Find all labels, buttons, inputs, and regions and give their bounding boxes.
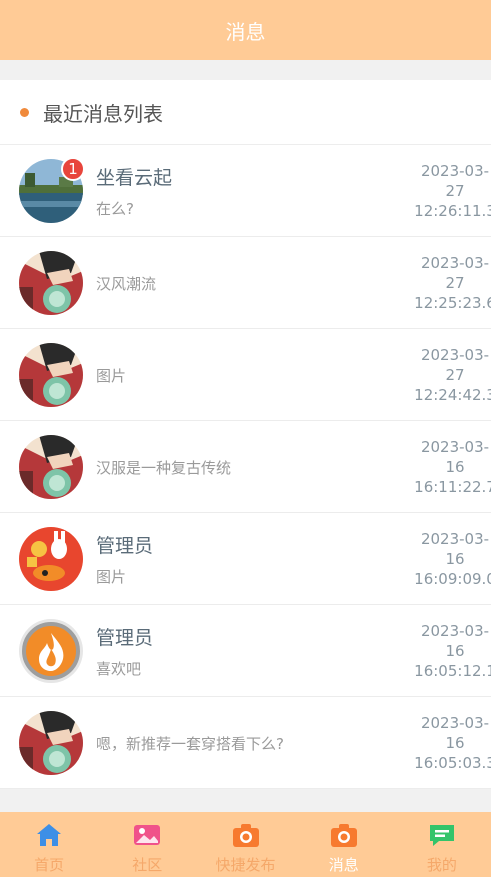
bottom-tab-bar: 首页 社区 快捷发布 消息 我的 — [0, 812, 491, 877]
message-timestamp: 2023-03- 27 12:24:42.3 — [410, 329, 491, 421]
hanfu-avatar-image — [19, 711, 83, 775]
avatar[interactable] — [19, 251, 83, 315]
timestamp-day: 27 — [445, 182, 465, 200]
tab-label: 消息 — [328, 856, 359, 874]
message-timestamp: 2023-03- 16 16:05:12.1 — [410, 605, 491, 697]
message-timestamp: 2023-03- 16 16:05:03.3 — [410, 697, 491, 789]
timestamp-date: 2023-03- — [420, 254, 490, 272]
avatar[interactable] — [19, 711, 83, 775]
timestamp-clock: 16:11:22.7 — [414, 478, 491, 496]
message-texts: 管理员 图片 — [96, 513, 396, 605]
message-texts: 管理员 喜欢吧 — [96, 605, 396, 697]
message-texts: 图片 — [96, 329, 396, 421]
home-icon — [34, 820, 64, 850]
tab-1[interactable]: 社区 — [98, 812, 196, 877]
tab-label: 社区 — [132, 856, 163, 874]
message-preview: 在么? — [96, 200, 134, 218]
sender-name: 管理员 — [96, 627, 154, 649]
tab-3[interactable]: 消息 — [295, 812, 393, 877]
timestamp-clock: 12:25:23.6 — [414, 294, 491, 312]
message-row[interactable]: 1 坐看云起在么? 2023-03- 27 12:26:11.3 — [0, 145, 491, 237]
message-row[interactable]: 嗯，新推荐一套穿搭看下么? 2023-03- 16 16:05:03.3 — [0, 697, 491, 789]
timestamp-date: 2023-03- — [420, 622, 490, 640]
camera-icon — [329, 820, 359, 850]
timestamp-clock: 16:05:03.3 — [414, 754, 491, 772]
tab-label: 我的 — [426, 856, 457, 874]
picture-icon — [132, 820, 162, 850]
message-preview: 汉服是一种复古传统 — [96, 458, 232, 477]
message-timestamp: 2023-03- 16 16:09:09.0 — [410, 513, 491, 605]
timestamp-date: 2023-03- — [420, 162, 490, 180]
timestamp-date: 2023-03- — [420, 714, 490, 732]
tab-2[interactable]: 快捷发布 — [196, 812, 294, 877]
message-timestamp: 2023-03- 16 16:11:22.7 — [410, 421, 491, 513]
message-texts: 嗯，新推荐一套穿搭看下么? — [96, 697, 396, 789]
hanfu-avatar-image — [19, 435, 83, 499]
chat-icon — [427, 820, 457, 850]
timestamp-day: 27 — [445, 274, 465, 292]
timestamp-day: 16 — [445, 734, 465, 752]
avatar[interactable] — [19, 527, 83, 591]
timestamp-clock: 16:05:12.1 — [414, 662, 491, 680]
avatar[interactable] — [19, 435, 83, 499]
camera-icon — [231, 820, 261, 850]
timestamp-clock: 12:26:11.3 — [414, 202, 491, 220]
avatar[interactable] — [19, 619, 83, 683]
timestamp-date: 2023-03- — [420, 346, 490, 364]
message-row[interactable]: 图片 2023-03- 27 12:24:42.3 — [0, 329, 491, 421]
section-title: 最近消息列表 — [43, 101, 163, 126]
tab-4[interactable]: 我的 — [393, 812, 491, 877]
message-preview: 喜欢吧 — [96, 660, 142, 678]
timestamp-day: 16 — [445, 550, 465, 568]
message-preview: 图片 — [96, 366, 127, 385]
message-texts: 汉服是一种复古传统 — [96, 421, 396, 513]
unread-badge: 1 — [61, 157, 85, 181]
message-row[interactable]: 汉风潮流 2023-03- 27 12:25:23.6 — [0, 237, 491, 329]
message-row[interactable]: 管理员喜欢吧 2023-03- 16 16:05:12.1 — [0, 605, 491, 697]
timestamp-clock: 12:24:42.3 — [414, 386, 491, 404]
avatar[interactable] — [19, 343, 83, 407]
tab-label: 首页 — [34, 856, 65, 874]
hanfu-avatar-image — [19, 251, 83, 315]
message-list: 1 坐看云起在么? 2023-03- 27 12:26:11.3 汉风潮流 2023-03-… — [0, 145, 491, 789]
section-header: 最近消息列表 — [0, 80, 491, 145]
message-row[interactable]: 管理员图片 2023-03- 16 16:09:09.0 — [0, 513, 491, 605]
bullet-dot — [20, 107, 29, 117]
timestamp-day: 16 — [445, 642, 465, 660]
timestamp-date: 2023-03- — [420, 530, 490, 548]
flame-avatar-image — [19, 619, 83, 683]
avatar[interactable]: 1 — [19, 157, 85, 223]
message-preview: 嗯，新推荐一套穿搭看下么? — [96, 734, 284, 753]
timestamp-clock: 16:09:09.0 — [414, 570, 491, 588]
hanfu-avatar-image — [19, 343, 83, 407]
sender-name: 管理员 — [96, 535, 154, 557]
timestamp-day: 27 — [445, 366, 465, 384]
message-texts: 汉风潮流 — [96, 237, 396, 329]
message-preview: 汉风潮流 — [96, 274, 157, 293]
page-title: 消息 — [225, 19, 266, 44]
timestamp-date: 2023-03- — [420, 438, 490, 456]
tab-label: 快捷发布 — [215, 856, 276, 874]
message-row[interactable]: 汉服是一种复古传统 2023-03- 16 16:11:22.7 — [0, 421, 491, 513]
sender-name: 坐看云起 — [96, 167, 173, 189]
top-bar: 消息 — [0, 0, 491, 60]
rabbit-avatar-image — [19, 527, 83, 591]
timestamp-day: 16 — [445, 458, 465, 476]
tab-0[interactable]: 首页 — [0, 812, 98, 877]
message-timestamp: 2023-03- 27 12:26:11.3 — [410, 145, 491, 237]
message-texts: 坐看云起在么? — [96, 145, 396, 237]
message-timestamp: 2023-03- 27 12:25:23.6 — [410, 237, 491, 329]
message-list-section: 最近消息列表 1 坐看云起在么? 2023-03- 27 12:26:11.3 汉风潮流 2… — [0, 80, 491, 789]
message-preview: 图片 — [96, 568, 127, 586]
